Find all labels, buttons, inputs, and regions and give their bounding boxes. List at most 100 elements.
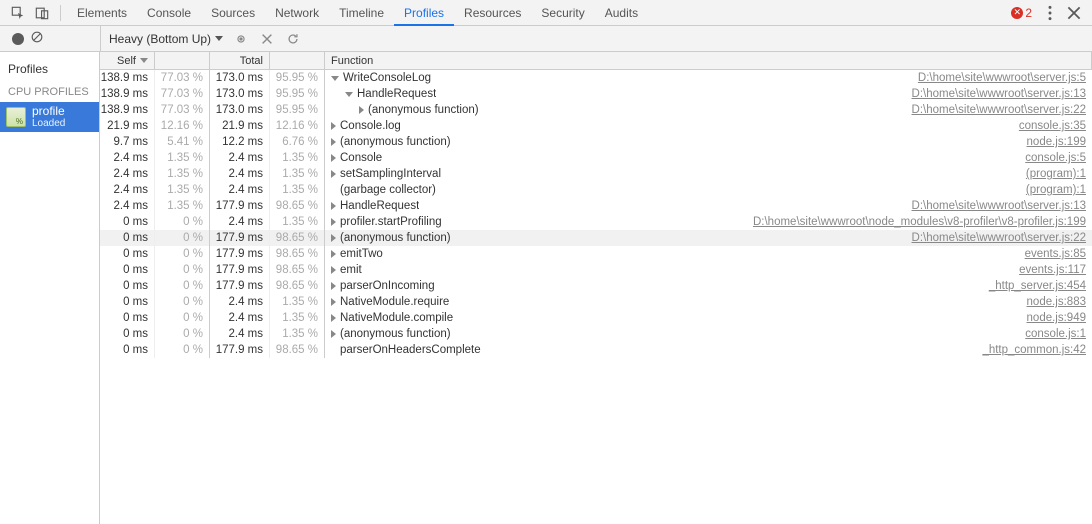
profile-row[interactable]: 0 ms0 %177.9 ms98.65 %(anonymous functio… (100, 230, 1092, 246)
profile-row[interactable]: 2.4 ms1.35 %177.9 ms98.65 %HandleRequest… (100, 198, 1092, 214)
source-link[interactable]: events.js:117 (1013, 262, 1092, 278)
expand-arrow-icon[interactable] (331, 154, 336, 162)
cell-self-time: 9.7 ms (100, 134, 155, 150)
source-link[interactable]: console.js:35 (1013, 118, 1092, 134)
collapse-arrow-icon[interactable] (331, 76, 339, 81)
inspect-element-icon[interactable] (9, 4, 27, 22)
tab-resources[interactable]: Resources (454, 0, 531, 26)
cell-function: NativeModule.compilenode.js:949 (325, 310, 1092, 326)
cell-self-percent: 0 % (155, 278, 210, 294)
source-link[interactable]: events.js:85 (1019, 246, 1092, 262)
profile-row[interactable]: 0 ms0 %177.9 ms98.65 %parserOnHeadersCom… (100, 342, 1092, 358)
profiles-toolbar: Heavy (Bottom Up) (0, 26, 1092, 52)
source-link[interactable]: D:\home\site\wwwroot\node_modules\v8-pro… (747, 214, 1092, 230)
column-function[interactable]: Function (325, 52, 1092, 69)
profile-row[interactable]: 0 ms0 %2.4 ms1.35 %NativeModule.compilen… (100, 310, 1092, 326)
clear-button-icon[interactable] (30, 30, 44, 47)
source-link[interactable]: D:\home\site\wwwroot\server.js:13 (906, 86, 1092, 102)
view-selector[interactable]: Heavy (Bottom Up) (109, 32, 223, 46)
cell-total-percent: 2.4 ms (210, 150, 270, 166)
cell-self-time: 0 ms (100, 230, 155, 246)
column-self-percent[interactable] (155, 52, 210, 69)
chevron-down-icon (215, 36, 223, 41)
profile-row[interactable]: 2.4 ms1.35 %2.4 ms1.35 %Consoleconsole.j… (100, 150, 1092, 166)
cell-function: emitTwoevents.js:85 (325, 246, 1092, 262)
profile-row[interactable]: 0 ms0 %177.9 ms98.65 %emitTwoevents.js:8… (100, 246, 1092, 262)
tab-timeline[interactable]: Timeline (329, 0, 394, 26)
close-devtools-icon[interactable] (1065, 4, 1083, 22)
expand-arrow-icon[interactable] (331, 330, 336, 338)
profile-row[interactable]: 0 ms0 %177.9 ms98.65 %emitevents.js:117 (100, 262, 1092, 278)
exclude-icon[interactable] (259, 31, 275, 47)
tab-network[interactable]: Network (265, 0, 329, 26)
source-link[interactable]: D:\home\site\wwwroot\server.js:13 (906, 198, 1092, 214)
expand-arrow-icon[interactable] (331, 250, 336, 258)
function-name: Console (340, 150, 382, 166)
source-link[interactable]: (program):1 (1020, 166, 1092, 182)
tab-sources[interactable]: Sources (201, 0, 265, 26)
expand-arrow-icon[interactable] (331, 218, 336, 226)
source-link[interactable]: console.js:5 (1019, 150, 1092, 166)
expand-arrow-icon[interactable] (359, 106, 364, 114)
source-link[interactable]: node.js:199 (1021, 134, 1092, 150)
profile-row[interactable]: 21.9 ms12.16 %21.9 ms12.16 %Console.logc… (100, 118, 1092, 134)
source-link[interactable]: D:\home\site\wwwroot\server.js:5 (912, 70, 1092, 86)
source-link[interactable]: node.js:949 (1021, 310, 1092, 326)
error-count: 2 (1025, 6, 1032, 20)
profile-row[interactable]: 138.9 ms77.03 %173.0 ms95.95 %HandleRequ… (100, 86, 1092, 102)
expand-arrow-icon[interactable] (331, 234, 336, 242)
column-self[interactable]: Self (100, 52, 155, 69)
profile-row[interactable]: 138.9 ms77.03 %173.0 ms95.95 %WriteConso… (100, 70, 1092, 86)
source-link[interactable]: D:\home\site\wwwroot\server.js:22 (906, 230, 1092, 246)
profile-list-item[interactable]: profile Loaded (0, 102, 99, 132)
cell-total-percent: 177.9 ms (210, 246, 270, 262)
cell-total-percent: 2.4 ms (210, 166, 270, 182)
cell-self-percent: 0 % (155, 294, 210, 310)
error-count-badge[interactable]: ✕ 2 (1011, 6, 1032, 20)
tab-audits[interactable]: Audits (595, 0, 648, 26)
tab-security[interactable]: Security (531, 0, 594, 26)
cell-self-time: 138.9 ms (100, 86, 155, 102)
source-link[interactable]: node.js:883 (1021, 294, 1092, 310)
source-link[interactable]: D:\home\site\wwwroot\server.js:22 (906, 102, 1092, 118)
expand-arrow-icon[interactable] (331, 314, 336, 322)
tab-profiles[interactable]: Profiles (394, 0, 454, 26)
profile-row[interactable]: 0 ms0 %2.4 ms1.35 %NativeModule.requiren… (100, 294, 1092, 310)
expand-arrow-icon[interactable] (331, 282, 336, 290)
function-name: (anonymous function) (340, 134, 451, 150)
expand-arrow-icon[interactable] (331, 202, 336, 210)
profile-row[interactable]: 2.4 ms1.35 %2.4 ms1.35 %(garbage collect… (100, 182, 1092, 198)
expand-arrow-icon[interactable] (331, 170, 336, 178)
focus-icon[interactable] (233, 31, 249, 47)
record-button-icon[interactable] (12, 33, 24, 45)
profile-row[interactable]: 0 ms0 %2.4 ms1.35 %profiler.startProfili… (100, 214, 1092, 230)
cell-self-time: 0 ms (100, 246, 155, 262)
refresh-icon[interactable] (285, 31, 301, 47)
tab-console[interactable]: Console (137, 0, 201, 26)
profile-row[interactable]: 9.7 ms5.41 %12.2 ms6.76 %(anonymous func… (100, 134, 1092, 150)
device-mode-icon[interactable] (33, 4, 51, 22)
expand-arrow-icon[interactable] (331, 266, 336, 274)
source-link[interactable]: (program):1 (1020, 182, 1092, 198)
column-total-percent[interactable] (270, 52, 325, 69)
source-link[interactable]: _http_common.js:42 (976, 342, 1092, 358)
profile-row[interactable]: 0 ms0 %177.9 ms98.65 %parserOnIncoming_h… (100, 278, 1092, 294)
expand-arrow-icon[interactable] (331, 138, 336, 146)
profile-subtitle: Loaded (32, 118, 65, 129)
profile-row[interactable]: 0 ms0 %2.4 ms1.35 %(anonymous function)c… (100, 326, 1092, 342)
cell-function: WriteConsoleLogD:\home\site\wwwroot\serv… (325, 70, 1092, 86)
profile-row[interactable]: 2.4 ms1.35 %2.4 ms1.35 %setSamplingInter… (100, 166, 1092, 182)
profile-row[interactable]: 138.9 ms77.03 %173.0 ms95.95 %(anonymous… (100, 102, 1092, 118)
tab-elements[interactable]: Elements (67, 0, 137, 26)
kebab-menu-icon[interactable] (1041, 4, 1059, 22)
source-link[interactable]: _http_server.js:454 (983, 278, 1092, 294)
function-name: (anonymous function) (340, 230, 451, 246)
column-total[interactable]: Total (210, 52, 270, 69)
expand-arrow-icon[interactable] (331, 298, 336, 306)
cell-self-percent: 77.03 % (155, 86, 210, 102)
collapse-arrow-icon[interactable] (345, 92, 353, 97)
function-name: HandleRequest (357, 86, 436, 102)
cell-self-time: 0 ms (100, 278, 155, 294)
source-link[interactable]: console.js:1 (1019, 326, 1092, 342)
expand-arrow-icon[interactable] (331, 122, 336, 130)
